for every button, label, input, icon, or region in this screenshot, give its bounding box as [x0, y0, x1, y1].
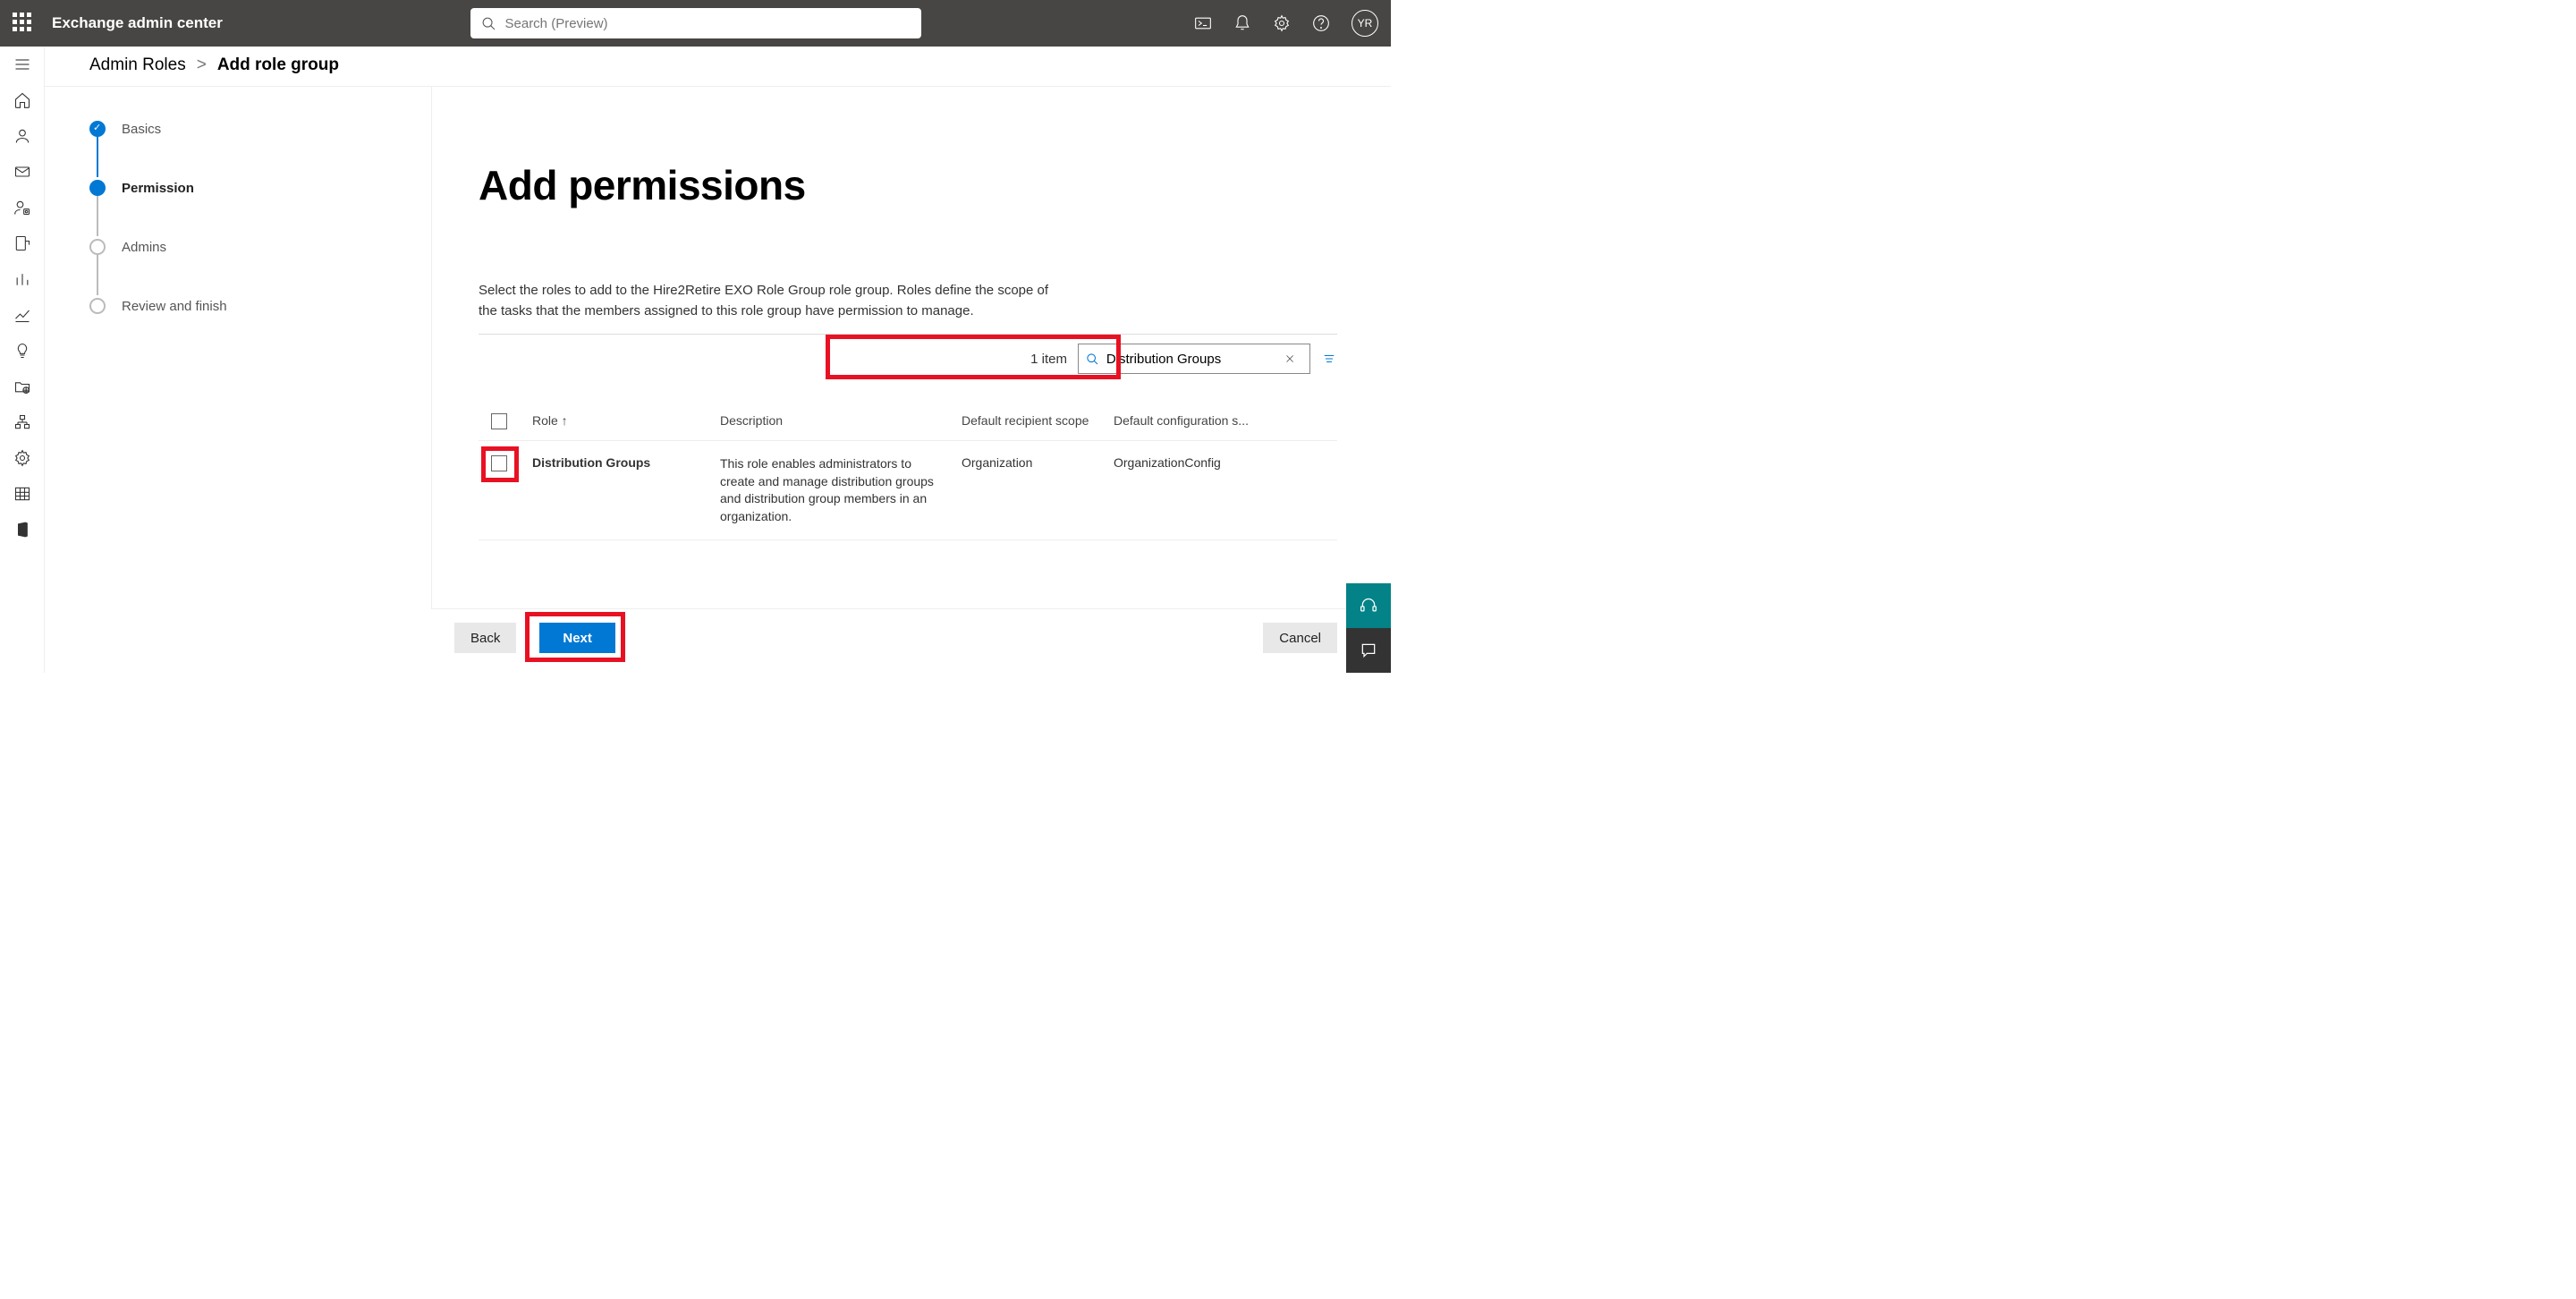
wizard-stepper: Basics Permission Admins Review and fini… [89, 116, 385, 318]
step-admins[interactable]: Admins [89, 234, 385, 259]
settings-icon[interactable] [1273, 14, 1291, 32]
support-headset-button[interactable] [1346, 583, 1391, 628]
insights-line-icon[interactable] [13, 306, 31, 324]
step-permission[interactable]: Permission [89, 175, 385, 200]
left-nav-rail [0, 47, 45, 673]
col-scope[interactable]: Default recipient scope [962, 413, 1114, 428]
role-filter-box[interactable] [1078, 344, 1310, 374]
global-search[interactable] [470, 8, 921, 38]
migration-icon[interactable] [13, 234, 31, 252]
role-filter-input[interactable] [1106, 352, 1284, 367]
table-row[interactable]: Distribution Groups This role enables ad… [479, 441, 1337, 540]
clear-filter-icon[interactable] [1284, 352, 1295, 365]
global-search-input[interactable] [505, 16, 911, 31]
roles-table: Role Description Default recipient scope… [479, 413, 1337, 540]
breadcrumb: Admin Roles > Add role group [89, 55, 339, 75]
public-folder-icon[interactable] [13, 378, 31, 395]
app-title: Exchange admin center [52, 14, 223, 32]
reports-bar-icon[interactable] [13, 270, 31, 288]
row-checkbox[interactable] [491, 455, 507, 471]
list-options-icon[interactable] [1321, 352, 1337, 365]
back-button[interactable]: Back [454, 623, 516, 653]
col-config[interactable]: Default configuration s... [1114, 413, 1266, 428]
gear-icon[interactable] [13, 449, 31, 467]
hamburger-icon[interactable] [13, 55, 31, 73]
step-basics[interactable]: Basics [89, 116, 385, 141]
table-icon[interactable] [13, 485, 31, 503]
cancel-button[interactable]: Cancel [1263, 623, 1337, 653]
wizard-footer: Back Next Cancel [454, 623, 1337, 653]
breadcrumb-current: Add role group [217, 55, 339, 75]
page-description: Select the roles to add to the Hire2Reti… [479, 281, 1051, 321]
lightbulb-icon[interactable] [13, 342, 31, 360]
next-button[interactable]: Next [539, 623, 615, 653]
row-role-name: Distribution Groups [532, 455, 720, 470]
help-icon[interactable] [1312, 14, 1330, 32]
highlight-search [826, 335, 1121, 379]
breadcrumb-separator: > [197, 55, 207, 75]
recipients-icon[interactable] [13, 127, 31, 145]
notifications-icon[interactable] [1233, 14, 1251, 32]
row-scope: Organization [962, 455, 1114, 470]
item-count: 1 item [1030, 352, 1067, 367]
cloud-shell-icon[interactable] [1194, 14, 1212, 32]
row-config: OrganizationConfig [1114, 455, 1266, 470]
page-title: Add permissions [479, 161, 1337, 209]
col-description[interactable]: Description [720, 413, 962, 428]
org-icon[interactable] [13, 413, 31, 431]
search-icon [481, 16, 496, 31]
col-role[interactable]: Role [532, 413, 720, 428]
app-launcher-icon[interactable] [13, 13, 34, 34]
select-all-checkbox[interactable] [491, 413, 507, 429]
breadcrumb-parent[interactable]: Admin Roles [89, 55, 186, 75]
user-avatar[interactable]: YR [1352, 10, 1378, 37]
row-description: This role enables administrators to crea… [720, 455, 962, 525]
step-review[interactable]: Review and finish [89, 293, 385, 318]
office-icon[interactable] [13, 521, 31, 539]
mail-icon[interactable] [13, 163, 31, 181]
roles-icon[interactable] [13, 199, 31, 216]
top-bar: Exchange admin center YR [0, 0, 1391, 47]
home-icon[interactable] [13, 91, 31, 109]
search-icon [1086, 352, 1099, 367]
feedback-button[interactable] [1346, 628, 1391, 673]
